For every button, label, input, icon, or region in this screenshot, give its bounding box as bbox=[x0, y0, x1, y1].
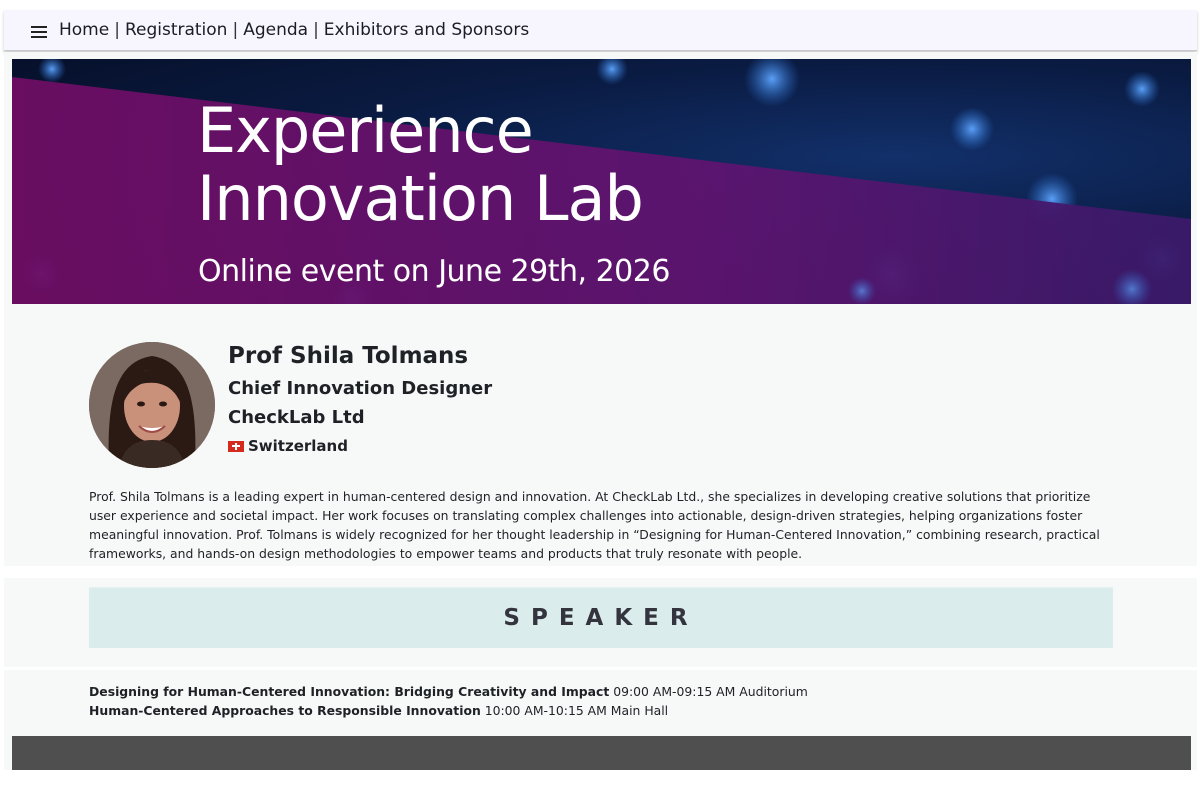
nav-separator: | bbox=[313, 20, 319, 40]
nav-link-agenda[interactable]: Agenda bbox=[243, 20, 308, 40]
top-navigation-bar: Home | Registration | Agenda | Exhibitor… bbox=[4, 10, 1197, 51]
speaker-avatar bbox=[89, 342, 215, 468]
speaker-country: Switzerland bbox=[228, 437, 348, 455]
session-item[interactable]: Human-Centered Approaches to Responsible… bbox=[89, 701, 808, 720]
speaker-country-label: Switzerland bbox=[248, 437, 348, 455]
nav-link-home[interactable]: Home bbox=[59, 20, 109, 40]
speaker-portrait-image bbox=[89, 342, 215, 468]
session-time: 10:00 AM-10:15 AM bbox=[484, 703, 607, 718]
event-banner: Experience Innovation Lab Online event o… bbox=[12, 59, 1191, 304]
event-title-line-2: Innovation Lab bbox=[197, 162, 644, 235]
session-time: 09:00 AM-09:15 AM bbox=[613, 684, 736, 699]
event-subtitle: Online event on June 29th, 2026 bbox=[198, 254, 670, 289]
session-item[interactable]: Designing for Human-Centered Innovation:… bbox=[89, 682, 808, 701]
session-list: Designing for Human-Centered Innovation:… bbox=[89, 682, 808, 720]
page-footer bbox=[12, 736, 1191, 770]
section-divider bbox=[4, 566, 1197, 578]
event-title: Experience Innovation Lab bbox=[197, 94, 644, 235]
section-divider bbox=[4, 667, 1197, 670]
speaker-bio: Prof. Shila Tolmans is a leading expert … bbox=[89, 489, 1100, 561]
speaker-company: CheckLab Ltd bbox=[228, 407, 365, 428]
session-title[interactable]: Designing for Human-Centered Innovation:… bbox=[89, 684, 609, 699]
session-room: Main Hall bbox=[610, 703, 669, 718]
speaker-job-title: Chief Innovation Designer bbox=[228, 378, 493, 399]
speaker-section-heading: SPEAKER bbox=[89, 587, 1113, 648]
session-room: Auditorium bbox=[739, 684, 808, 699]
nav-link-exhibitors-sponsors[interactable]: Exhibitors and Sponsors bbox=[324, 20, 529, 40]
event-title-line-1: Experience bbox=[197, 94, 534, 167]
nav-link-registration[interactable]: Registration bbox=[125, 20, 228, 40]
hamburger-menu-icon[interactable] bbox=[31, 25, 47, 38]
speaker-name: Prof Shila Tolmans bbox=[228, 343, 469, 369]
switzerland-flag-icon bbox=[228, 440, 244, 452]
nav-separator: | bbox=[232, 20, 239, 40]
session-title[interactable]: Human-Centered Approaches to Responsible… bbox=[89, 703, 481, 718]
nav-separator: | bbox=[114, 20, 120, 40]
